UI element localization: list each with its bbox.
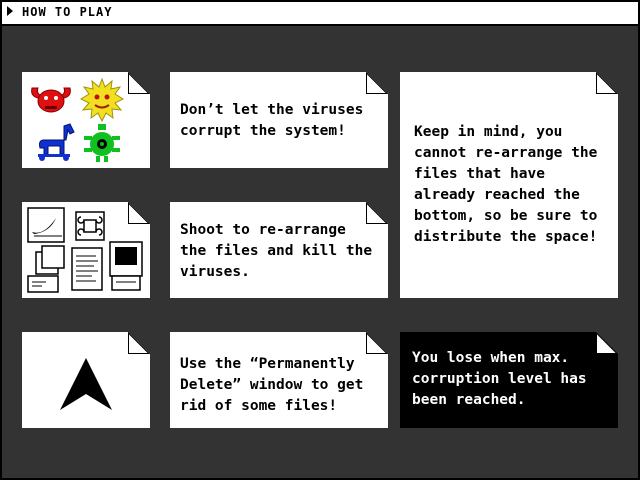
page-fold-corner — [366, 72, 388, 94]
viruses-image-card — [22, 72, 150, 168]
title-bar: HOW TO PLAY — [0, 0, 640, 26]
page-fold-corner — [596, 72, 618, 94]
lose-condition-card: You lose when max. corruption level has … — [400, 332, 618, 428]
lose-instruction: You lose when max. corruption level has … — [412, 350, 587, 408]
title-arrow-icon[interactable] — [7, 6, 13, 16]
viruses-text-card: Don’t let the viruses corrupt the system… — [170, 72, 388, 168]
files-icon-collage — [26, 206, 148, 300]
shoot-text-card: Shoot to re-arrange the files and kill t… — [170, 202, 388, 298]
keep-in-mind-card: Keep in mind, you cannot re-arrange the … — [400, 72, 618, 298]
delete-instruction: Use the “Permanently Delete” window to g… — [180, 356, 364, 414]
page-fold-corner — [128, 332, 150, 354]
blue-horse-virus-icon — [34, 122, 78, 166]
arrow-ship-icon — [58, 356, 114, 416]
page-fold-corner — [366, 332, 388, 354]
keep-in-mind-instruction: Keep in mind, you cannot re-arrange the … — [414, 124, 598, 245]
shoot-instruction: Shoot to re-arrange the files and kill t… — [180, 222, 373, 280]
delete-text-card: Use the “Permanently Delete” window to g… — [170, 332, 388, 428]
red-horned-virus-icon — [28, 82, 74, 120]
window-title: HOW TO PLAY — [22, 5, 113, 19]
ship-image-card — [22, 332, 150, 428]
files-image-card — [22, 202, 150, 298]
green-bug-virus-icon — [82, 122, 122, 168]
page-fold-corner — [128, 72, 150, 94]
viruses-instruction: Don’t let the viruses corrupt the system… — [180, 102, 364, 139]
yellow-spiky-virus-icon — [80, 78, 124, 126]
